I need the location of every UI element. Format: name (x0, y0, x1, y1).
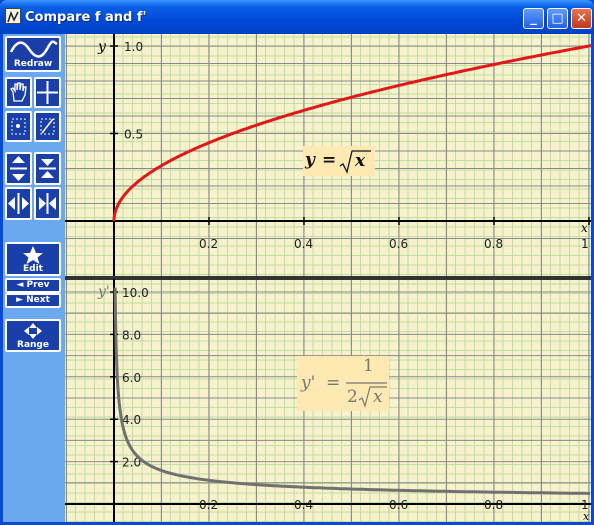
edit-label: Edit (23, 264, 43, 274)
hand-icon (10, 82, 27, 102)
zoom-in-vertical-button[interactable] (5, 152, 32, 185)
wave-icon (9, 40, 58, 58)
maximize-icon: □ (551, 11, 564, 26)
toolbar: Redraw Edit ◄ Prev ► Next Range (3, 34, 64, 522)
pan-tool-button[interactable] (5, 77, 32, 108)
range-label: Range (17, 340, 49, 350)
next-label: ► Next (16, 295, 50, 305)
app-window: Compare f and f' _ □ ✕ Redraw Edit ◄ Pre… (0, 0, 594, 525)
prev-label: ◄ Prev (16, 280, 50, 290)
zoom-in-horizontal-icon (8, 193, 29, 214)
bottom-x-tick-label: 0.4 (294, 498, 313, 512)
zoom-in-vertical-icon (10, 156, 27, 181)
crosshair-tool-button[interactable] (34, 77, 61, 108)
zoom-out-vertical-icon (39, 159, 56, 178)
app-icon (5, 8, 21, 24)
graph-canvas[interactable]: 1.00.50.2 0.4 0.6 0.8 1yx10.08.06.04.02.00.2… (65, 34, 591, 522)
bottom-y-axis-label: y' (97, 284, 110, 300)
close-icon: ✕ (576, 11, 587, 26)
prev-button[interactable]: ◄ Prev (5, 278, 61, 293)
bottom-equation: y' = 1 2 x (297, 356, 389, 411)
next-button[interactable]: ► Next (5, 293, 61, 308)
window-title: Compare f and f' (25, 10, 147, 25)
top-x-tick-label: 0.4 (294, 237, 313, 251)
bottom-y-tick-label: 8.0 (122, 328, 141, 342)
redraw-button[interactable]: Redraw (5, 36, 61, 72)
crosshair-icon (37, 81, 58, 104)
bottom-y-tick-label: 4.0 (122, 413, 141, 427)
zoom-out-horizontal-icon (39, 193, 56, 214)
zoom-in-horizontal-button[interactable] (5, 187, 32, 220)
top-x-tick-label: 0.8 (484, 237, 503, 251)
bottom-x-axis-label: x (583, 510, 590, 522)
slope-icon (40, 118, 55, 135)
slope-tool-button[interactable] (34, 111, 61, 142)
maximize-button[interactable]: □ (547, 8, 568, 29)
range-button[interactable]: Range (5, 319, 61, 352)
graph-area[interactable]: 1.0 0.5 0.2 0.4 0.6 0.8 1 y x 10.0 8.0 6.0 4.0 2.0 0.2… (65, 34, 591, 522)
bottom-eq-radicand: x (373, 387, 383, 407)
minimize-button[interactable]: _ (523, 8, 544, 29)
top-x-axis-label: x (581, 221, 588, 235)
bottom-x-tick-label: 0.8 (484, 498, 503, 512)
zoom-out-vertical-button[interactable] (34, 152, 61, 185)
edit-button[interactable]: Edit (5, 242, 61, 276)
minimize-icon: _ (530, 11, 537, 26)
title-bar[interactable]: Compare f and f' _ □ ✕ (0, 0, 594, 34)
top-equation: y = x (303, 146, 375, 176)
star-icon (23, 246, 43, 264)
top-y-tick-label: 0.5 (124, 128, 143, 142)
top-eq-radicand: x (355, 151, 366, 171)
top-x-tick-label: 1 (581, 237, 589, 251)
point-select-icon (11, 118, 26, 135)
top-x-tick-label: 0.2 (199, 237, 218, 251)
graph-divider (65, 276, 591, 280)
bottom-y-tick-label: 6.0 (122, 371, 141, 385)
zoom-out-horizontal-button[interactable] (34, 187, 61, 220)
top-y-tick-label: 1.0 (124, 40, 143, 54)
range-arrows-icon (24, 323, 42, 339)
redraw-label: Redraw (13, 59, 53, 69)
top-y-axis-label: y (97, 39, 107, 55)
client-area: Redraw Edit ◄ Prev ► Next Range 1.0 0.5 … (3, 34, 591, 522)
bottom-y-tick-label: 10.0 (122, 286, 149, 300)
bottom-eq-coef: 2 (347, 387, 358, 407)
close-button[interactable]: ✕ (571, 8, 592, 29)
point-tool-button[interactable] (5, 111, 32, 142)
top-x-tick-label: 0.6 (389, 237, 408, 251)
bottom-x-tick-label: 0.6 (389, 498, 408, 512)
bottom-x-tick-label: 0.2 (199, 498, 218, 512)
